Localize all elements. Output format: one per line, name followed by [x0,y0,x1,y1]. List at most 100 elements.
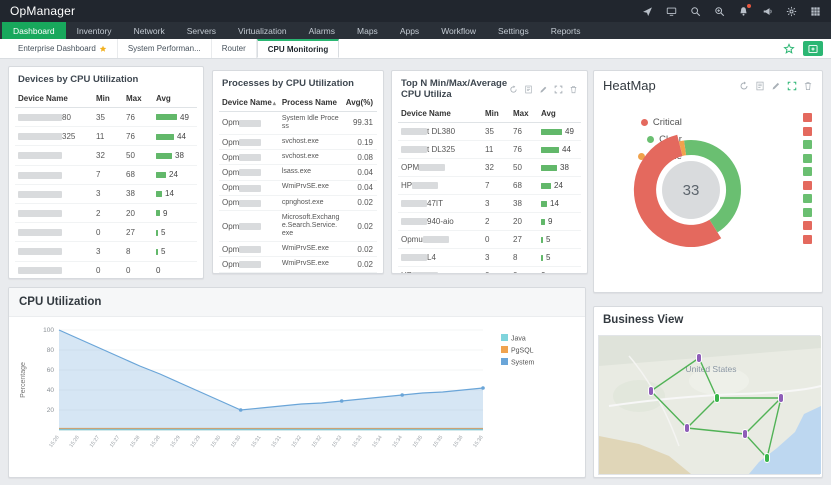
grid-icon[interactable] [810,6,821,17]
column-header-max[interactable]: Max [510,105,538,123]
refresh-icon[interactable] [509,84,518,94]
nav-item-reports[interactable]: Reports [540,22,592,39]
heatmap-cell[interactable] [803,207,812,217]
nav-item-inventory[interactable]: Inventory [66,22,123,39]
redacted-device-name [18,152,62,160]
device-row[interactable]: 325 11 76 44 [15,126,197,147]
heatmap-donut[interactable]: 33 [624,123,758,257]
expand-icon[interactable] [554,85,563,94]
process-row[interactable]: Opm svchost.exe 0.08 [219,149,377,166]
report-icon[interactable] [755,81,765,91]
device-row[interactable]: HP000 [398,266,581,273]
column-header-device-name[interactable]: Device Name [398,105,482,123]
tab-bar: Enterprise Dashboard System Performan... R… [0,39,831,59]
heatmap-cell[interactable] [803,221,812,230]
app-title[interactable]: OpManager [10,4,75,18]
column-header-max[interactable]: Max [123,90,153,108]
map-device-marker [778,393,784,403]
heatmap-cell[interactable] [803,167,812,176]
max-cell: 38 [510,194,538,213]
column-header-min[interactable]: Min [482,105,510,123]
heatmap-cell[interactable] [803,234,812,244]
heatmap-cell[interactable] [803,180,812,190]
nav-item-servers[interactable]: Servers [176,22,227,39]
refresh-icon[interactable] [739,81,749,91]
column-header-avg[interactable]: Avg [538,105,581,123]
bell-icon[interactable] [738,3,751,17]
device-row[interactable]: 0 27 5 [15,222,197,243]
edit-icon[interactable] [539,85,548,94]
process-row[interactable]: Opm System Idle Process 99.31 [219,111,377,135]
device-row[interactable]: 940-aio 2 20 9 [398,212,581,231]
column-header-min[interactable]: Min [93,90,123,108]
nav-item-settings[interactable]: Settings [487,22,540,39]
device-row[interactable]: 32 50 38 [15,145,197,166]
cpu-chart: 20 40 60 80 100 15:26 15:26 15:27 15:27 15:28 15:2… [15,318,581,477]
nav-item-apps[interactable]: Apps [389,22,430,39]
device-row[interactable]: Opmu 0 27 5 [398,230,581,249]
report-icon[interactable] [524,85,533,94]
device-row[interactable]: 3 38 14 [15,184,197,204]
search-icon[interactable] [690,6,701,17]
min-cell: 11 [93,126,123,147]
expand-icon[interactable] [787,81,797,91]
device-row[interactable]: 2 20 9 [15,203,197,224]
process-row[interactable]: Opm svchost.exe 0.19 [219,134,377,151]
favorite-star-icon[interactable] [783,42,795,55]
process-row[interactable]: Opm Microsoft.Exchange.Search.Service.exe… [219,210,377,243]
heatmap-cell[interactable] [803,194,812,203]
device-row[interactable]: HP 7 68 24 [398,176,581,195]
tab-router[interactable]: Router [212,39,257,58]
nav-item-workflow[interactable]: Workflow [430,22,487,39]
heatmap-cell[interactable] [803,113,812,122]
nav-item-maps[interactable]: Maps [346,22,389,39]
process-row[interactable]: Opm cpnghost.exe 0.02 [219,195,377,211]
process-row[interactable]: OpmMicrosoft.Exchange.Diagnostics.Servic… [219,272,377,273]
star-icon[interactable] [99,45,107,53]
gear-icon[interactable] [786,6,797,17]
process-row[interactable]: Opm lsass.exe 0.04 [219,164,377,181]
column-header-avg[interactable]: Avg(%) [342,94,377,112]
heatmap-cell[interactable] [803,153,812,163]
heatmap-cell[interactable] [803,126,812,136]
tab-system-performan[interactable]: System Performan... [118,39,212,58]
column-header-device-name[interactable]: Device Name▴ [219,94,279,112]
column-header-device-name[interactable]: Device Name [15,90,93,108]
nav-item-network[interactable]: Network [123,22,176,39]
device-name-cell: Opm [219,210,279,243]
edit-icon[interactable] [771,81,781,91]
heatmap-cell[interactable] [803,140,812,149]
megaphone-icon[interactable] [762,6,773,17]
heatmap-cells [803,113,812,244]
device-row[interactable]: L4 3 8 5 [398,248,581,267]
column-header-avg[interactable]: Avg [153,90,197,108]
device-row[interactable]: t DL380 35 76 49 [398,122,581,141]
process-row[interactable]: Opm WmiPrvSE.exe 0.02 [219,241,377,258]
column-header-process-name[interactable]: Process Name [278,94,343,112]
delete-icon[interactable] [803,81,813,91]
device-row[interactable]: 7 68 24 [15,165,197,185]
max-cell: 27 [123,222,153,243]
device-row[interactable]: t DL325 11 76 44 [398,140,581,159]
business-map[interactable]: United States [598,335,822,475]
redacted-device-name [18,190,62,198]
nav-item-virtualization[interactable]: Virtualization [227,22,298,39]
device-row[interactable]: 47IT 3 38 14 [398,194,581,213]
nav-item-dashboard[interactable]: Dashboard [2,22,66,39]
zoom-in-icon[interactable] [714,6,725,17]
send-icon[interactable] [642,6,653,17]
add-widget-button[interactable] [803,41,823,56]
monitor-icon[interactable] [666,6,677,17]
widget-title: Top N Min/Max/Average CPU Utiliza [401,78,508,100]
device-row[interactable]: OPM 32 50 38 [398,158,581,177]
process-row[interactable]: Opm WmiPrvSE.exe 0.02 [219,256,377,273]
device-name-cell: t DL325 [398,140,482,159]
tab-cpu-monitoring[interactable]: CPU Monitoring [256,39,340,58]
device-row[interactable]: 385 [15,241,197,262]
tab-enterprise-dashboard[interactable]: Enterprise Dashboard [8,39,118,58]
nav-item-alarms[interactable]: Alarms [298,22,346,39]
device-row[interactable]: 80 35 76 49 [15,107,197,128]
delete-icon[interactable] [569,85,578,94]
device-row[interactable]: 000 [15,261,197,278]
process-row[interactable]: Opm WmiPrvSE.exe 0.04 [219,180,377,196]
